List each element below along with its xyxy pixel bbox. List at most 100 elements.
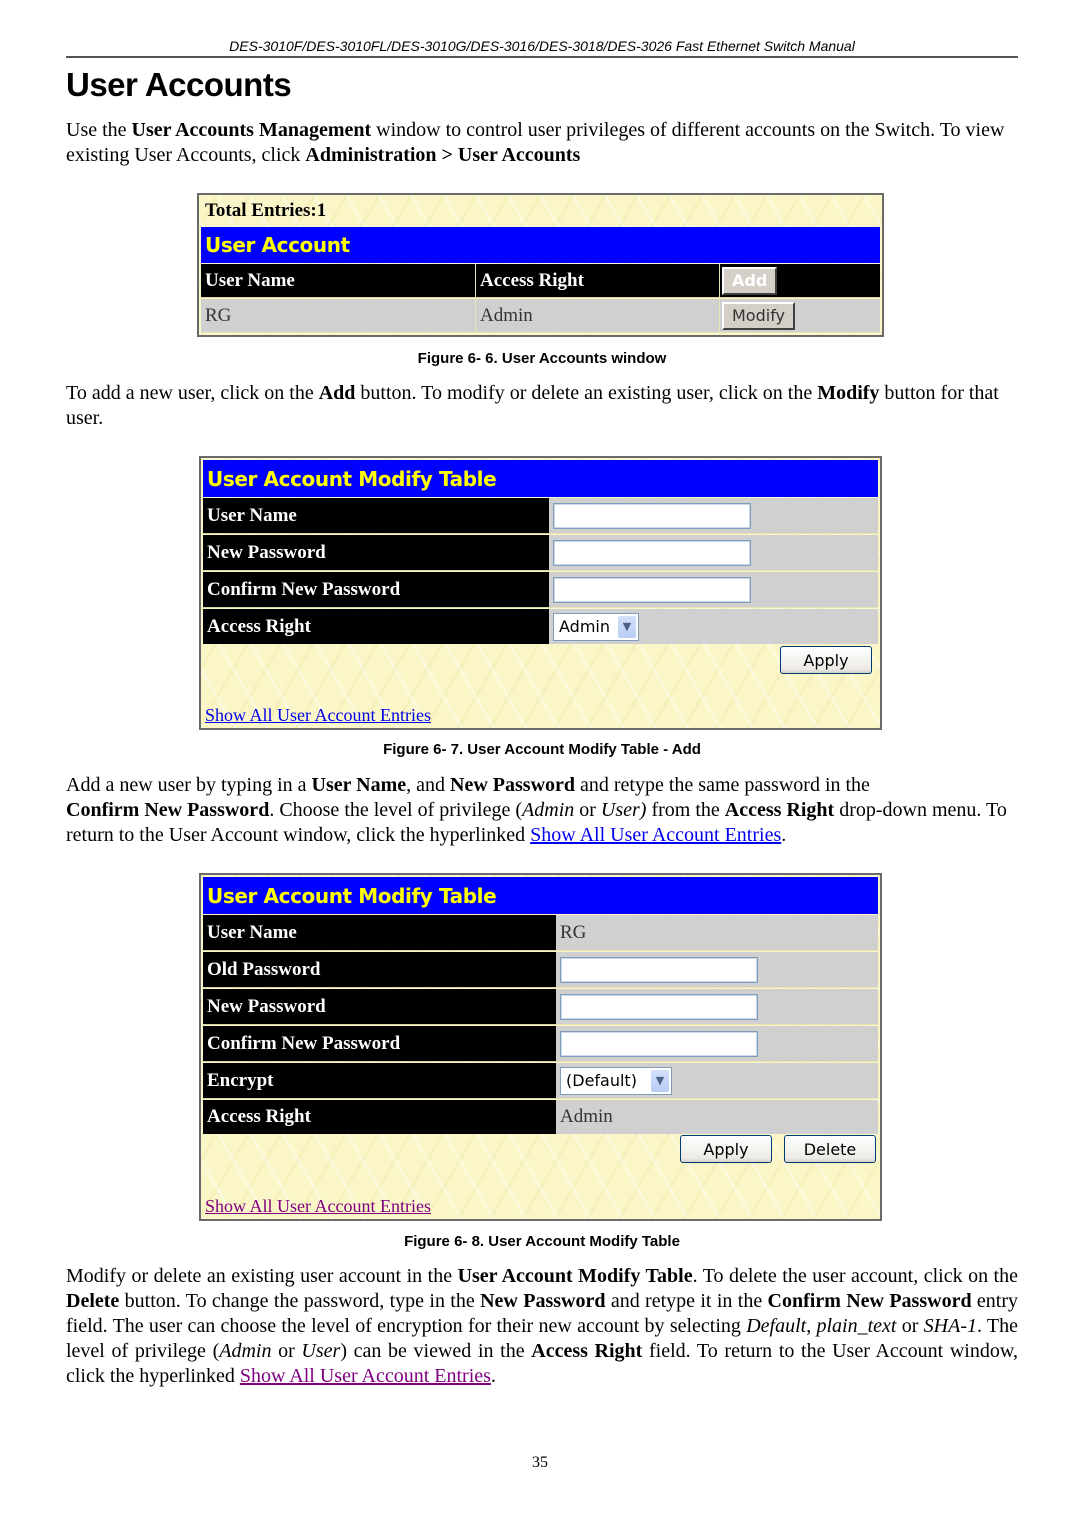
text: button. To change the password, type in …	[119, 1290, 481, 1312]
form-row-access-right: Access Right Admin ▼	[203, 609, 878, 644]
confirm-password-input[interactable]	[560, 1030, 758, 1057]
apply-button[interactable]: Apply	[780, 646, 872, 674]
bold-text: New Password	[450, 774, 576, 796]
add-cell: Add	[720, 264, 880, 298]
italic-text: SHA-1	[923, 1315, 977, 1337]
table-title: User Account	[201, 227, 880, 263]
text: Use the	[66, 119, 132, 141]
show-all-entries-link[interactable]: Show All User Account Entries	[205, 705, 431, 726]
field-label: New Password	[203, 989, 556, 1025]
user-name-input[interactable]	[553, 502, 751, 529]
bold-text: Confirm New Password	[767, 1290, 972, 1312]
text: .	[781, 824, 787, 846]
add-modify-paragraph: To add a new user, click on the Add butt…	[66, 381, 1018, 431]
text: and retype it in the	[605, 1290, 768, 1312]
field-value-cell: (Default) ▼	[556, 1063, 878, 1099]
text: or	[574, 799, 601, 821]
text: . To delete the user account, click on t…	[692, 1265, 1018, 1287]
table-title: User Account Modify Table	[203, 877, 878, 914]
form-row-confirm-password: Confirm New Password	[203, 572, 878, 608]
bold-text: Modify	[817, 382, 880, 404]
field-value-cell	[549, 572, 878, 608]
chevron-down-icon[interactable]: ▼	[618, 615, 636, 638]
bold-text: Add	[318, 382, 356, 404]
field-label: User Name	[203, 498, 549, 534]
user-accounts-window: Total Entries:1 User Account User Name A…	[197, 193, 884, 337]
form-row-new-password: New Password	[203, 989, 878, 1025]
access-right-select[interactable]: Admin ▼	[553, 612, 639, 641]
add-user-paragraph: Add a new user by typing in a User Name,…	[66, 773, 1018, 848]
text: ,	[806, 1315, 817, 1337]
select-value: (Default)	[566, 1071, 637, 1090]
italic-text: User)	[600, 799, 647, 821]
intro-paragraph: Use the User Accounts Management window …	[66, 118, 1018, 168]
field-value-cell	[556, 952, 878, 988]
text: , and	[406, 774, 451, 796]
text: or	[271, 1340, 302, 1362]
user-account-modify-table-add: User Account Modify Table User Name New …	[199, 456, 882, 730]
bold-text: Delete	[66, 1290, 120, 1312]
bold-text: User Accounts Management	[131, 119, 372, 141]
italic-text: User	[301, 1340, 341, 1362]
text: Add a new user by typing in a	[66, 774, 312, 796]
field-label: Encrypt	[203, 1063, 556, 1099]
column-header-access-right: Access Right	[476, 264, 720, 298]
field-value-cell	[549, 535, 878, 571]
delete-button[interactable]: Delete	[784, 1135, 876, 1163]
encrypt-select[interactable]: (Default) ▼	[560, 1066, 672, 1095]
old-password-input[interactable]	[560, 956, 758, 983]
field-label: New Password	[203, 535, 549, 571]
bold-text: Confirm New Password	[66, 799, 270, 821]
table-row: RG Admin Modify	[201, 299, 880, 333]
show-all-entries-link[interactable]: Show All User Account Entries	[530, 824, 781, 846]
italic-text: Default	[746, 1315, 807, 1337]
text: from the	[646, 799, 725, 821]
show-all-entries-link[interactable]: Show All User Account Entries	[205, 1196, 431, 1217]
form-row-access-right: Access Right Admin	[203, 1100, 878, 1134]
field-label: Confirm New Password	[203, 1026, 556, 1062]
field-label: Access Right	[203, 1100, 556, 1134]
italic-text: plain_text	[816, 1315, 897, 1337]
figure-caption: Figure 6- 8. User Account Modify Table	[404, 1233, 680, 1250]
field-value-cell: Admin ▼	[549, 609, 878, 644]
form-row-encrypt: Encrypt (Default) ▼	[203, 1063, 878, 1099]
new-password-input[interactable]	[560, 993, 758, 1020]
page-title: User Accounts	[66, 66, 292, 103]
field-value-cell	[549, 498, 878, 534]
chevron-down-icon[interactable]: ▼	[650, 1069, 669, 1092]
access-right-value: Admin	[556, 1100, 878, 1134]
table-title: User Account Modify Table	[203, 460, 878, 497]
new-password-input[interactable]	[553, 539, 751, 566]
form-row-old-password: Old Password	[203, 952, 878, 988]
confirm-password-input[interactable]	[553, 576, 751, 603]
text: ) can be viewed in the	[340, 1340, 532, 1362]
add-button[interactable]: Add	[722, 266, 778, 295]
modify-button[interactable]: Modify	[722, 301, 796, 330]
total-entries: Total Entries:1	[205, 200, 327, 221]
modify-cell: Modify	[720, 299, 880, 333]
bold-text: User Account Modify Table	[457, 1265, 693, 1287]
bold-text: Administration > User Accounts	[305, 144, 581, 166]
field-value-cell	[556, 1026, 878, 1062]
form-row-user-name: User Name	[203, 498, 878, 534]
form-row-new-password: New Password	[203, 535, 878, 571]
bold-text: User Name	[311, 774, 407, 796]
field-label: Old Password	[203, 952, 556, 988]
page-number: 35	[532, 1454, 548, 1471]
field-label: User Name	[203, 915, 556, 951]
table-header-row: User Name Access Right Add	[201, 264, 880, 298]
italic-text: Admin	[522, 799, 575, 821]
user-name-cell: RG	[201, 299, 476, 333]
bold-text: Access Right	[531, 1340, 643, 1362]
form-row-user-name: User Name RG	[203, 915, 878, 951]
text: To add a new user, click on the	[66, 382, 319, 404]
italic-text: Admin	[219, 1340, 272, 1362]
apply-button[interactable]: Apply	[680, 1135, 772, 1163]
user-account-modify-table: User Account Modify Table User Name RG O…	[199, 873, 882, 1221]
field-label: Confirm New Password	[203, 572, 549, 608]
field-value-cell	[556, 989, 878, 1025]
text: or	[896, 1315, 924, 1337]
text: and retype the same password in the	[575, 774, 870, 796]
figure-caption: Figure 6- 6. User Accounts window	[417, 350, 667, 367]
show-all-entries-link[interactable]: Show All User Account Entries	[240, 1365, 491, 1387]
